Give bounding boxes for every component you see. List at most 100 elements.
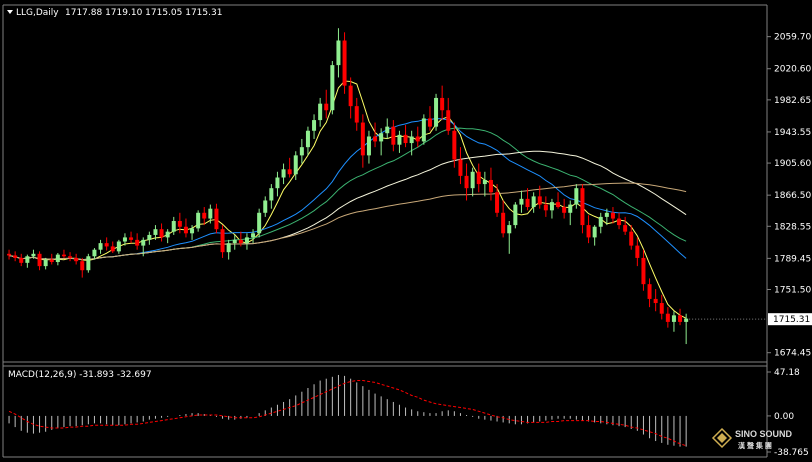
candle-body [202, 212, 207, 219]
candle-body [220, 229, 225, 253]
candle-body [440, 97, 445, 111]
candle-body [659, 303, 664, 314]
candle-body [446, 110, 451, 131]
candle-body [55, 254, 60, 263]
candle-body [19, 257, 24, 263]
candle-body [647, 284, 652, 299]
candle [421, 114, 426, 145]
candle-body [208, 208, 213, 219]
price-tick-label: 1943.55 [774, 128, 811, 138]
candle-body [495, 192, 500, 213]
candle-body [159, 229, 164, 238]
candle-body [25, 256, 30, 263]
candle-body [244, 237, 249, 244]
candle-body [671, 315, 676, 322]
candle-body [98, 243, 103, 250]
candle-body [190, 228, 195, 234]
price-tick-label: 1866.50 [774, 191, 811, 201]
candle-body [7, 253, 12, 256]
candle-body [336, 40, 341, 66]
candle-body [299, 147, 304, 156]
price-tick-label: 2020.60 [774, 65, 811, 75]
candle-body [366, 136, 371, 156]
candle-body [464, 175, 469, 189]
candle-body [68, 256, 73, 258]
candle [342, 32, 347, 94]
candle-body [177, 220, 182, 227]
candle-body [373, 136, 378, 142]
candle-body [330, 65, 335, 111]
candle-body [232, 239, 237, 244]
candle-body [549, 202, 554, 211]
price-tick-label: 1982.65 [774, 96, 811, 106]
candle-body [507, 225, 512, 234]
candle-body [116, 241, 121, 252]
price-tick-label: 1828.55 [774, 222, 811, 232]
ohlc-readout: 1717.88 1719.10 1715.05 1715.31 [65, 8, 222, 18]
candle-body [501, 212, 506, 234]
candle-body [147, 234, 152, 240]
candle-body [391, 126, 396, 145]
candle-body [263, 200, 268, 213]
candle-body [421, 118, 426, 142]
candle-body [397, 134, 402, 145]
candle-body [269, 188, 274, 201]
candle-body [513, 204, 518, 226]
candle-body [135, 239, 140, 246]
candle-body [403, 134, 408, 144]
logo-subtext: 漢 聲 集 團 [738, 441, 772, 450]
price-tick-label: 1905.60 [774, 159, 811, 169]
candle-body [31, 253, 36, 257]
candle-body [427, 118, 432, 127]
candle-body [562, 207, 567, 213]
candle-body [604, 212, 609, 217]
candle-body [141, 239, 146, 246]
candle [257, 208, 262, 238]
candle-body [452, 130, 457, 160]
candle [513, 202, 518, 229]
candle-body [684, 318, 689, 322]
current-price-marker: 1715.31 [768, 313, 812, 326]
candle-body [641, 257, 646, 285]
candle-body [238, 239, 243, 244]
candle-body [165, 231, 170, 238]
candle-body [525, 198, 530, 208]
macd-tick-label: -38.765 [774, 448, 809, 458]
candle-body [543, 204, 548, 211]
candle-body [122, 237, 127, 242]
candle-body [580, 188, 585, 226]
price-tick-label: 1751.50 [774, 285, 811, 295]
candle-body [196, 212, 201, 229]
candle-body [214, 208, 219, 230]
candle-body [476, 171, 481, 185]
candle-body [519, 198, 524, 205]
candle-body [568, 204, 573, 213]
candle-body [171, 220, 176, 232]
candle-body [86, 256, 91, 271]
candle-body [129, 237, 134, 240]
candle-body [354, 106, 359, 123]
candle-body [629, 231, 634, 246]
candle-body [153, 229, 158, 235]
candle-body [617, 218, 622, 226]
candle-body [287, 169, 292, 175]
candle-body [653, 298, 658, 304]
candle-body [586, 225, 591, 238]
candle-body [678, 315, 683, 322]
candle-body [458, 159, 463, 176]
candle [434, 93, 439, 131]
candle-body [49, 259, 54, 263]
logo-text: SINO SOUND [735, 429, 793, 439]
symbol-label: LLG,Daily [16, 8, 59, 18]
macd-tick-label: 0.00 [774, 412, 794, 422]
candle-body [275, 177, 280, 189]
candle-body [415, 136, 420, 142]
candle-body [74, 257, 79, 262]
candle-body [574, 188, 579, 205]
candle-body [537, 196, 542, 205]
candle-body [312, 120, 317, 131]
candle-body [251, 233, 256, 238]
candle-body [324, 103, 329, 111]
candle-body [556, 202, 561, 208]
macd-label: MACD(12,26,9) -31.893 -32.697 [8, 370, 152, 380]
